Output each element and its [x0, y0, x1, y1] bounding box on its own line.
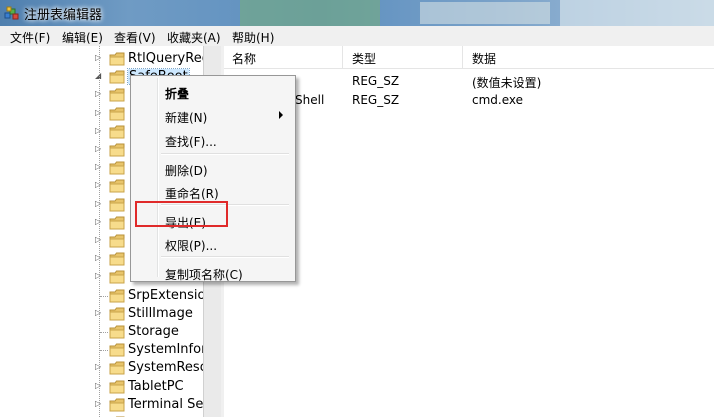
context-menu-item-label: 删除(D)	[165, 164, 208, 178]
folder-icon	[109, 107, 125, 121]
context-menu-item[interactable]: 重命名(R)	[133, 181, 291, 203]
window-title: 注册表编辑器	[24, 8, 103, 23]
context-menu-item-label: 权限(P)...	[165, 239, 218, 253]
column-divider[interactable]	[342, 46, 343, 68]
menu-edit[interactable]: 编辑(E)	[62, 29, 103, 46]
value-type: REG_SZ	[352, 74, 400, 88]
menu-file[interactable]: 文件(F)	[10, 29, 50, 46]
folder-icon	[109, 380, 125, 394]
folder-icon	[109, 361, 125, 375]
tree-item[interactable]: ▷SystemResou	[0, 359, 203, 377]
value-name: Shell	[295, 93, 325, 107]
context-menu-item-label: 重命名(R)	[165, 187, 219, 201]
value-data: cmd.exe	[472, 93, 524, 107]
folder-icon	[109, 216, 125, 230]
tree-item-label: StillImage	[128, 305, 193, 321]
list-row[interactable]: ab Shell REG_SZ cmd.exe	[224, 92, 714, 110]
list-row[interactable]: ab REG_SZ (数值未设置)	[224, 73, 714, 91]
context-menu-item[interactable]: 复制项名称(C)	[133, 262, 291, 284]
menu-separator	[161, 256, 289, 258]
folder-icon	[109, 143, 125, 157]
values-list[interactable]: 名称 类型 数据 ab REG_SZ (数值未设置) ab Shell REG_…	[224, 46, 714, 417]
context-menu-item-label: 折叠	[165, 87, 190, 101]
folder-icon	[109, 161, 125, 175]
folder-icon	[109, 88, 125, 102]
context-menu-item[interactable]: 删除(D)	[133, 158, 291, 180]
folder-icon	[109, 70, 125, 84]
column-header-data[interactable]: 数据	[472, 50, 496, 67]
context-menu-item-label: 复制项名称(C)	[165, 268, 243, 282]
background-window-area	[420, 2, 550, 24]
menu-view[interactable]: 查看(V)	[114, 29, 156, 46]
tree-item[interactable]: ▷ TabletPC	[0, 378, 203, 396]
menu-bar: 文件(F) 编辑(E) 查看(V) 收藏夹(A) 帮助(H)	[0, 26, 714, 47]
tree-item[interactable]: ▷ StillImage	[0, 305, 203, 323]
context-menu-item[interactable]: 新建(N)	[133, 105, 291, 127]
tree-item[interactable]: Storage	[0, 323, 203, 341]
value-data: (数值未设置)	[472, 76, 542, 90]
folder-icon	[109, 325, 125, 339]
tree-connector	[100, 295, 108, 297]
tree-item-label: Storage	[128, 324, 179, 339]
tree-connector	[100, 332, 108, 333]
tree-item-label: Terminal Ser	[128, 396, 203, 412]
tree-item-label: SystemResou	[128, 360, 203, 376]
column-header-name[interactable]: 名称	[232, 50, 256, 67]
tree-item[interactable]: ▷ RtlQueryReg	[0, 50, 203, 68]
title-bar: 注册表编辑器	[0, 0, 714, 26]
context-menu: 折叠 新建(N) 查找(F)... 删除(D) 重命名(R) 导出(E) 权限(P)... 复…	[130, 75, 296, 282]
menu-separator	[161, 153, 289, 155]
column-divider[interactable]	[462, 46, 463, 68]
column-header-type[interactable]: 类型	[352, 50, 376, 67]
menu-help[interactable]: 帮助(H)	[232, 29, 274, 46]
context-menu-item-label: 新建(N)	[165, 111, 208, 125]
tree-item[interactable]: ▷ Terminal Ser	[0, 396, 203, 414]
folder-icon	[109, 289, 125, 303]
folder-icon	[109, 398, 125, 412]
tree-item-label: SystemInforr	[128, 342, 203, 358]
tree-item[interactable]: SystemInforr	[0, 341, 203, 359]
tree-item-label: RtlQueryReg	[128, 51, 203, 66]
tree-connector	[100, 350, 108, 352]
list-header: 名称 类型 数据	[224, 46, 714, 69]
regedit-icon	[4, 6, 19, 20]
folder-icon	[109, 179, 125, 193]
background-window-area	[560, 0, 714, 26]
context-menu-item[interactable]: 查找(F)...	[133, 129, 291, 151]
submenu-arrow-icon	[279, 111, 283, 119]
context-menu-item-label: 查找(F)...	[165, 135, 217, 149]
folder-icon	[109, 307, 125, 321]
tree-item[interactable]: SrpExtension	[0, 287, 203, 305]
context-menu-item[interactable]: 权限(P)...	[133, 233, 291, 255]
folder-icon	[109, 343, 125, 357]
menu-favorites[interactable]: 收藏夹(A)	[167, 29, 221, 46]
tree-guide-line	[99, 46, 100, 417]
folder-icon	[109, 198, 125, 212]
context-menu-item[interactable]: 折叠	[133, 81, 291, 103]
value-type: REG_SZ	[352, 93, 400, 107]
background-window-area	[240, 0, 380, 26]
folder-icon	[109, 52, 125, 66]
folder-icon	[109, 234, 125, 248]
folder-icon	[109, 125, 125, 139]
folder-icon	[109, 270, 125, 284]
tree-item-label: TabletPC	[128, 378, 184, 394]
tree-item-label: SrpExtension	[128, 287, 203, 303]
folder-icon	[109, 252, 125, 266]
highlight-box-export	[135, 201, 228, 227]
